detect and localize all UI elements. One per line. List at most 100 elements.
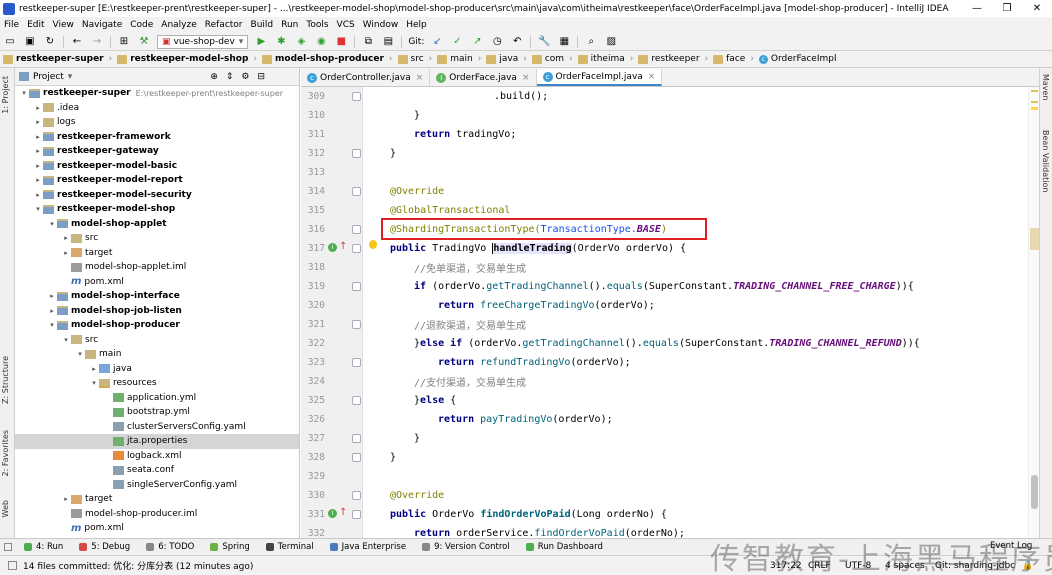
tree-item[interactable]: clusterServersConfig.yaml: [15, 420, 299, 435]
line-number[interactable]: 321: [303, 319, 325, 330]
menu-code[interactable]: Code: [126, 20, 157, 30]
scrollbar-thumb[interactable]: [1030, 228, 1039, 250]
layout-icon[interactable]: ▤: [380, 35, 396, 49]
minimize-button[interactable]: —: [962, 0, 992, 17]
implements-method-icon[interactable]: I: [328, 509, 337, 518]
tree-item[interactable]: singleServerConfig.yaml: [15, 478, 299, 493]
close-tab-icon[interactable]: ×: [648, 72, 656, 82]
git-commit-icon[interactable]: ✓: [449, 35, 465, 49]
favorites-tool-tab[interactable]: 2: Favorites: [1, 430, 10, 476]
tool-window-button[interactable]: Spring: [202, 542, 257, 552]
warning-marker[interactable]: [1031, 107, 1038, 110]
menu-build[interactable]: Build: [247, 20, 278, 30]
line-number[interactable]: 310: [303, 110, 325, 121]
git-push-icon[interactable]: ↗: [469, 35, 485, 49]
tree-item[interactable]: ▸ restkeeper-gateway: [15, 144, 299, 159]
tree-item[interactable]: logback.xml: [15, 449, 299, 464]
tree-item[interactable]: ▾ model-shop-producer: [15, 318, 299, 333]
tool-window-toggle-icon[interactable]: [4, 543, 12, 551]
tree-item[interactable]: model-shop-applet.iml: [15, 260, 299, 275]
line-number[interactable]: 318: [303, 262, 325, 273]
search-icon[interactable]: ⌕: [583, 35, 599, 49]
tree-item[interactable]: ▾ src: [15, 333, 299, 348]
fold-marker-icon[interactable]: [352, 282, 361, 291]
line-number[interactable]: 315: [303, 205, 325, 216]
fold-marker-icon[interactable]: [352, 510, 361, 519]
tool-window-button[interactable]: 9: Version Control: [414, 542, 518, 552]
line-number[interactable]: 326: [303, 414, 325, 425]
collapse-arrow-icon[interactable]: ▸: [33, 176, 43, 184]
expand-arrow-icon[interactable]: ▾: [19, 89, 29, 97]
tree-item[interactable]: ▸ java: [15, 362, 299, 377]
warning-marker[interactable]: [1031, 90, 1038, 92]
line-number[interactable]: 327: [303, 433, 325, 444]
maven-tool-tab[interactable]: Maven: [1041, 74, 1050, 101]
breadcrumb-item[interactable]: restkeeper-super: [0, 54, 107, 64]
git-history-icon[interactable]: ◷: [489, 35, 505, 49]
breadcrumb-item[interactable]: java: [483, 54, 521, 64]
tree-item[interactable]: ▸ target: [15, 246, 299, 261]
collapse-arrow-icon[interactable]: ▸: [33, 104, 43, 112]
fold-marker-icon[interactable]: [352, 396, 361, 405]
tree-item[interactable]: m pom.xml: [15, 521, 299, 536]
menu-navigate[interactable]: Navigate: [78, 20, 126, 30]
collapse-arrow-icon[interactable]: ▸: [89, 365, 99, 373]
line-number[interactable]: 331: [303, 509, 325, 520]
tree-item[interactable]: ▸ logs: [15, 115, 299, 130]
menu-help[interactable]: Help: [402, 20, 431, 30]
menu-refactor[interactable]: Refactor: [201, 20, 247, 30]
expand-arrow-icon[interactable]: ▾: [47, 220, 57, 228]
breadcrumb-item[interactable]: face: [710, 54, 748, 64]
expand-arrow-icon[interactable]: ▾: [89, 379, 99, 387]
line-number[interactable]: 311: [303, 129, 325, 140]
save-icon[interactable]: ▣: [22, 35, 38, 49]
run-config-select[interactable]: ▣ vue-shop-dev ▾: [157, 34, 249, 49]
tree-item[interactable]: ▾ model-shop-applet: [15, 217, 299, 232]
fold-marker-icon[interactable]: [352, 434, 361, 443]
line-number[interactable]: 322: [303, 338, 325, 349]
line-number[interactable]: 313: [303, 167, 325, 178]
tree-item[interactable]: model-shop-producer.iml: [15, 507, 299, 522]
tree-item[interactable]: ▸ src: [15, 231, 299, 246]
line-number[interactable]: 328: [303, 452, 325, 463]
line-number[interactable]: 325: [303, 395, 325, 406]
run-icon[interactable]: ▶: [253, 35, 269, 49]
collapse-arrow-icon[interactable]: ▸: [61, 234, 71, 242]
fold-marker-icon[interactable]: [352, 149, 361, 158]
menu-window[interactable]: Window: [359, 20, 403, 30]
tree-item[interactable]: ▾ resources: [15, 376, 299, 391]
breadcrumb-item[interactable]: com: [529, 54, 567, 64]
expand-arrow-icon[interactable]: ▾: [61, 336, 71, 344]
debug-icon[interactable]: ✱: [273, 35, 289, 49]
editor-tab[interactable]: I OrderFace.java ×: [430, 69, 537, 86]
collapse-arrow-icon[interactable]: ▸: [33, 191, 43, 199]
tree-item[interactable]: application.yml: [15, 391, 299, 406]
web-tool-tab[interactable]: Web: [1, 500, 10, 517]
breadcrumb-item[interactable]: restkeeper-model-shop: [114, 54, 251, 64]
collapse-arrow-icon[interactable]: ▸: [33, 118, 43, 126]
attach-icon[interactable]: ⧉: [360, 35, 376, 49]
open-icon[interactable]: ▭: [2, 35, 18, 49]
breadcrumb-item[interactable]: c OrderFaceImpl: [756, 54, 840, 64]
tree-item[interactable]: ▸ restkeeper-model-security: [15, 188, 299, 203]
breadcrumb-item[interactable]: restkeeper: [635, 54, 702, 64]
jrebel-icon[interactable]: ▨: [603, 35, 619, 49]
structure-tool-tab[interactable]: Z: Structure: [1, 356, 10, 404]
git-update-icon[interactable]: ↙: [429, 35, 445, 49]
tree-item[interactable]: m pom.xml: [15, 275, 299, 290]
fold-marker-icon[interactable]: [352, 358, 361, 367]
line-number[interactable]: 323: [303, 357, 325, 368]
restore-button[interactable]: ❐: [992, 0, 1022, 17]
breadcrumb-item[interactable]: model-shop-producer: [259, 54, 387, 64]
tree-item[interactable]: ▸ model-shop-job-listen: [15, 304, 299, 319]
collapse-arrow-icon[interactable]: ▸: [61, 249, 71, 257]
project-panel-title[interactable]: Project: [33, 72, 64, 82]
menu-vcs[interactable]: VCS: [333, 20, 359, 30]
breadcrumb-item[interactable]: itheima: [575, 54, 628, 64]
project-tool-tab[interactable]: 1: Project: [1, 76, 10, 114]
line-number[interactable]: 316: [303, 224, 325, 235]
tree-item[interactable]: bootstrap.yml: [15, 405, 299, 420]
status-toggle-icon[interactable]: [8, 561, 17, 570]
warning-marker[interactable]: [1031, 101, 1038, 103]
status-message[interactable]: 14 files committed: 优化: 分库分表 (12 minutes…: [23, 559, 253, 572]
